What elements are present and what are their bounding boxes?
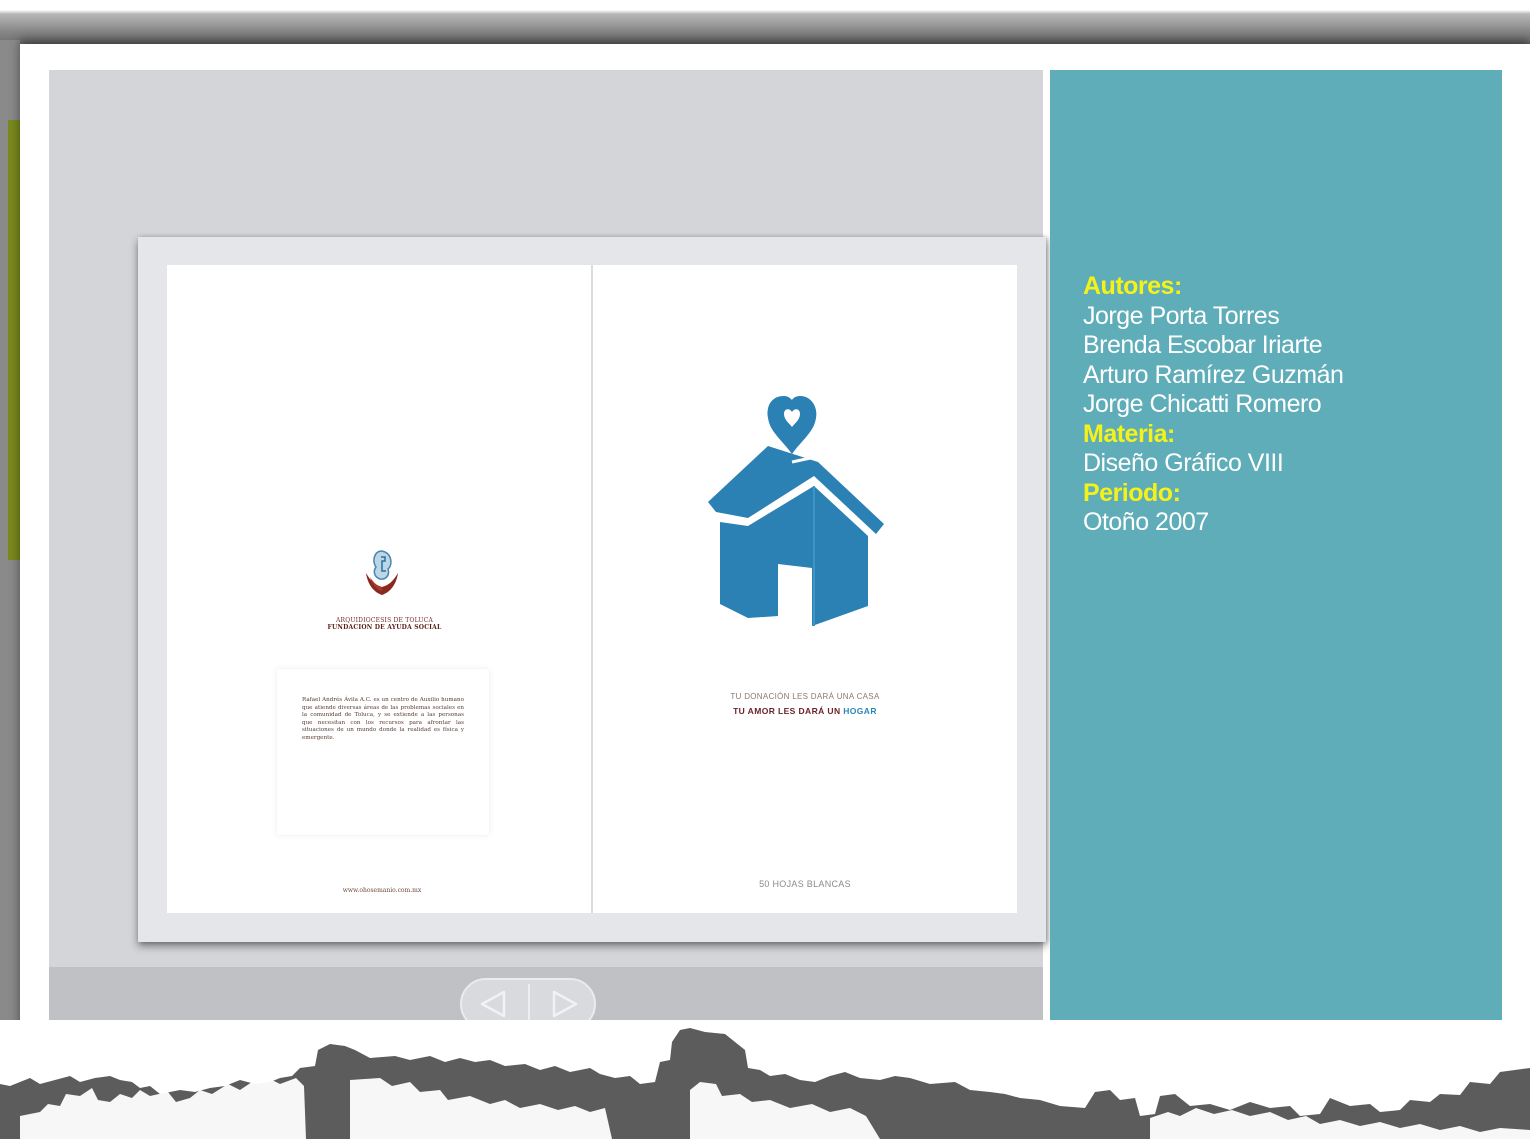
- foundation-name-line2: FUNDACION DE AYUDA SOCIAL: [327, 624, 442, 631]
- subject-heading: Materia:: [1083, 419, 1175, 448]
- foundation-name: ARQUIDIOCESIS DE TOLUCA FUNDACION DE AYU…: [327, 617, 442, 631]
- slogan-line-2-main: TU AMOR LES DARÁ UN: [733, 706, 844, 716]
- author-name: Jorge Chicatti Romero: [1083, 390, 1322, 418]
- author-name: Brenda Escobar Iriarte: [1083, 331, 1323, 359]
- foundation-logo-icon: [366, 550, 398, 595]
- house-heart-icon: [708, 396, 884, 626]
- authors-heading: Autores:: [1083, 272, 1182, 300]
- foundation-name-line1: ARQUIDIOCESIS DE TOLUCA: [335, 617, 434, 624]
- credits-block: Autores: Jorge Porta Torres Brenda Escob…: [1083, 272, 1483, 538]
- period-value: Otoño 2007: [1083, 508, 1209, 536]
- website-link[interactable]: www.ohosemanio.com.mx: [307, 887, 457, 894]
- slogan-highlight: HOGAR: [843, 706, 877, 716]
- credits-panel: Autores: Jorge Porta Torres Brenda Escob…: [1050, 70, 1502, 1037]
- sheets-label: 50 HOJAS BLANCAS: [759, 879, 851, 889]
- open-book: ARQUIDIOCESIS DE TOLUCA FUNDACION DE AYU…: [138, 237, 1046, 942]
- left-page[interactable]: ARQUIDIOCESIS DE TOLUCA FUNDACION DE AYU…: [167, 265, 592, 913]
- subject-value: Diseño Gráfico VIII: [1083, 449, 1284, 477]
- description-text: Rafael Andrés Ávila A.C. es un centro de…: [302, 697, 464, 741]
- flipbook-viewer: ARQUIDIOCESIS DE TOLUCA FUNDACION DE AYU…: [49, 70, 1046, 967]
- city-skyline-graphic: [0, 1020, 1530, 1139]
- slogan-line-2: TU AMOR LES DARÁ UN HOGAR: [653, 706, 957, 716]
- slogan-line-1: TU DONACIÓN LES DARÁ UNA CASA: [730, 692, 880, 701]
- author-name: Arturo Ramírez Guzmán: [1083, 360, 1344, 389]
- author-name: Jorge Porta Torres: [1083, 301, 1280, 330]
- left-accent-strip: [8, 120, 20, 560]
- period-heading: Periodo:: [1083, 478, 1181, 507]
- right-page[interactable]: TU DONACIÓN LES DARÁ UNA CASA TU AMOR LE…: [593, 265, 1017, 913]
- description-box: Rafael Andrés Ávila A.C. es un centro de…: [277, 669, 489, 835]
